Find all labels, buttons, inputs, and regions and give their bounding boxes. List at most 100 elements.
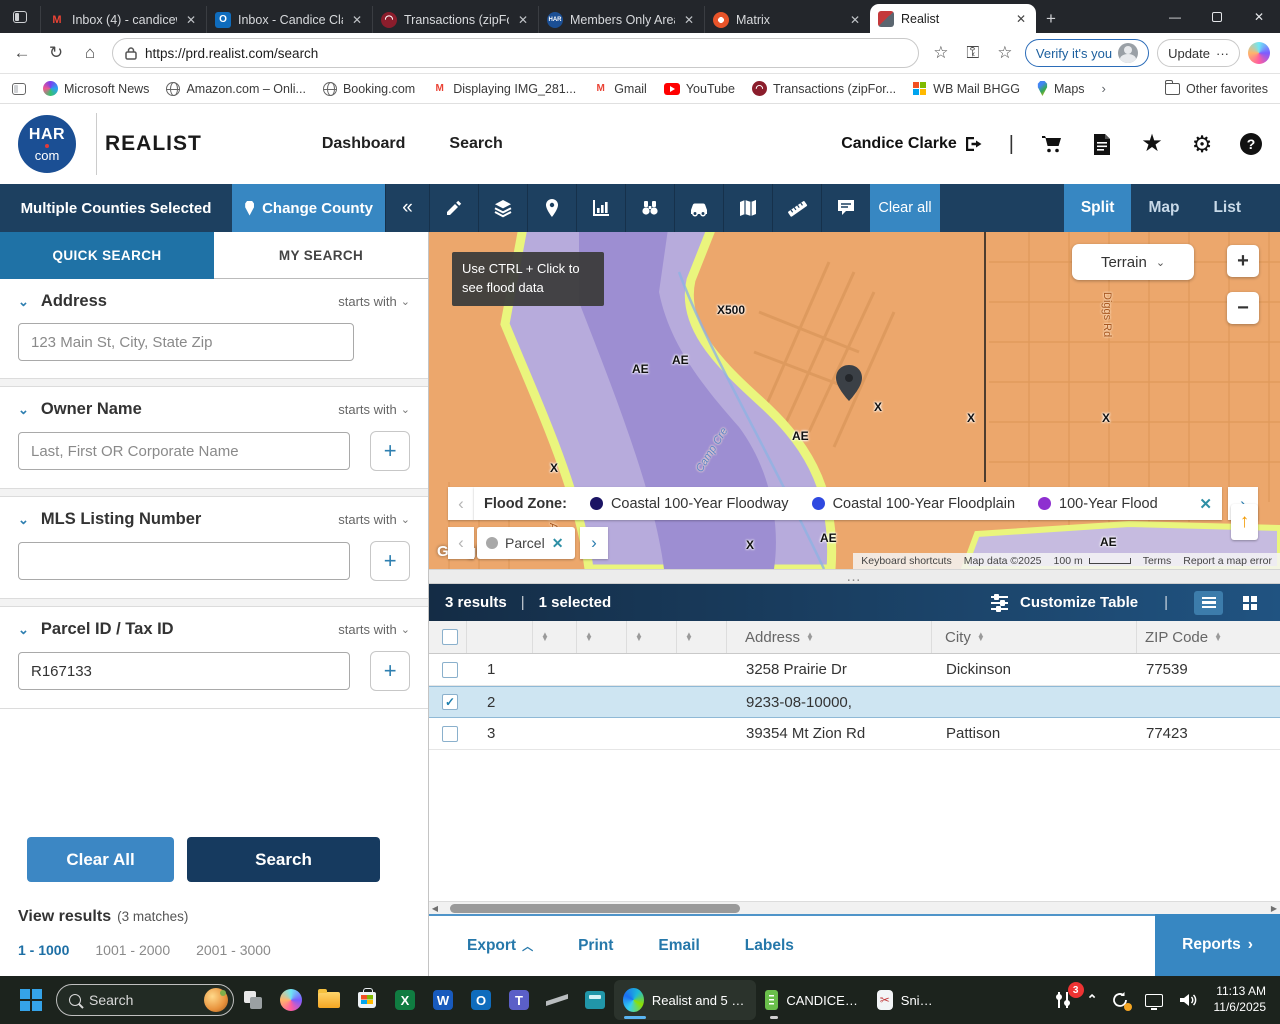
bookmark-maps[interactable]: Maps: [1037, 81, 1085, 96]
horizontal-scrollbar[interactable]: ◀ ▶: [429, 901, 1280, 914]
flood-map[interactable]: X500 AE AE AE AE AE X X X X X Diggs Rd D…: [429, 232, 1280, 569]
sort-column[interactable]: ▲▼: [577, 621, 627, 653]
print-button[interactable]: Print: [578, 937, 613, 955]
row-checkbox[interactable]: [442, 726, 458, 742]
edge-window-button[interactable]: Realist and 5 more: [614, 980, 756, 1020]
zoom-in-button[interactable]: +: [1227, 245, 1259, 277]
fax-button[interactable]: [576, 976, 614, 1024]
close-window-button[interactable]: ✕: [1238, 0, 1280, 33]
notification-icon[interactable]: 3: [1053, 988, 1077, 1012]
parcel-layer-chip[interactable]: Parcel ✕: [477, 527, 575, 559]
zoom-out-button[interactable]: −: [1227, 292, 1259, 324]
nav-dashboard[interactable]: Dashboard: [322, 135, 406, 153]
hidden-icons-chevron[interactable]: ⌃: [1087, 992, 1098, 1008]
tab-my-search[interactable]: MY SEARCH: [214, 232, 428, 279]
labels-button[interactable]: Labels: [745, 937, 794, 955]
sort-icon[interactable]: ▲▼: [635, 633, 643, 642]
display-icon[interactable]: [1142, 988, 1166, 1012]
sort-icon[interactable]: ▲▼: [541, 633, 549, 642]
scrollbar-thumb[interactable]: [450, 904, 740, 913]
select-all-checkbox[interactable]: [442, 629, 458, 645]
reports-button[interactable]: Reports›: [1155, 914, 1280, 976]
draw-tool-button[interactable]: [429, 184, 478, 232]
table-row-selected[interactable]: ✓ 2 9233-08-10000,: [429, 686, 1280, 718]
address-column-header[interactable]: Address▲▼: [727, 621, 932, 653]
sort-icon[interactable]: ▲▼: [806, 633, 814, 642]
clear-all-layers-button[interactable]: Clear all: [870, 184, 940, 232]
table-row[interactable]: 1 3258 Prairie Dr Dickinson 77539: [429, 654, 1280, 686]
bookmark-displaying-img[interactable]: MDisplaying IMG_281...: [432, 81, 576, 96]
bookmark-booking[interactable]: Booking.com: [323, 82, 415, 96]
nav-search[interactable]: Search: [449, 135, 502, 153]
chevron-down-icon[interactable]: ⌄: [18, 402, 29, 418]
pane-splitter[interactable]: …: [429, 569, 1280, 584]
table-row[interactable]: 3 39354 Mt Zion Rd Pattison 77423: [429, 718, 1280, 750]
close-icon[interactable]: ✕: [516, 13, 530, 27]
favorites-bar-icon[interactable]: ☆: [993, 43, 1017, 63]
customize-table-button[interactable]: Customize Table: [1020, 594, 1138, 611]
cart-icon[interactable]: [1040, 132, 1064, 156]
legend-close-icon[interactable]: ✕: [1193, 495, 1212, 513]
settings-icon[interactable]: ⚙: [1190, 132, 1214, 156]
home-icon[interactable]: ⌂: [78, 43, 102, 63]
operator-dropdown[interactable]: starts with⌄: [338, 294, 410, 309]
bookmark-transactions[interactable]: ◠Transactions (zipFor...: [752, 81, 896, 96]
tab-search-button[interactable]: [0, 3, 40, 31]
user-menu[interactable]: Candice Clarke: [841, 135, 983, 153]
export-button[interactable]: Export︿: [467, 937, 533, 955]
view-split-button[interactable]: Split: [1064, 184, 1132, 232]
address-input[interactable]: [18, 323, 354, 361]
close-icon[interactable]: ✕: [350, 13, 364, 27]
marker-tool-button[interactable]: [527, 184, 576, 232]
chart-tool-button[interactable]: [576, 184, 625, 232]
comment-tool-button[interactable]: [821, 184, 870, 232]
chevron-down-icon[interactable]: ⌄: [18, 294, 29, 310]
add-mls-number-button[interactable]: +: [370, 541, 410, 581]
logout-icon[interactable]: [965, 136, 983, 152]
keyboard-shortcuts-link[interactable]: Keyboard shortcuts: [861, 555, 951, 567]
favorites-icon[interactable]: ★: [1140, 132, 1164, 156]
report-error-link[interactable]: Report a map error: [1183, 555, 1272, 567]
maximize-button[interactable]: [1196, 0, 1238, 33]
chip-scroll-left-button[interactable]: ‹: [448, 527, 474, 559]
favorite-star-icon[interactable]: ☆: [929, 43, 953, 63]
chip-scroll-right-button[interactable]: ›: [580, 527, 608, 559]
outlook-button[interactable]: O: [462, 976, 500, 1024]
bookmarks-overflow-icon[interactable]: ›: [1102, 81, 1106, 96]
search-button[interactable]: Search: [187, 837, 380, 882]
bookmark-amazon[interactable]: Amazon.com – Onli...: [166, 82, 306, 96]
sort-column[interactable]: ▲▼: [677, 621, 727, 653]
operator-dropdown[interactable]: starts with⌄: [338, 622, 410, 637]
store-button[interactable]: [348, 976, 386, 1024]
help-icon[interactable]: ?: [1240, 133, 1262, 155]
layers-tool-button[interactable]: [478, 184, 527, 232]
bookmark-youtube[interactable]: YouTube: [664, 82, 735, 96]
email-button[interactable]: Email: [658, 937, 699, 955]
zip-column-header[interactable]: ZIP Code▲▼: [1137, 621, 1280, 653]
terrain-dropdown[interactable]: Terrain ⌄: [1072, 244, 1194, 280]
add-owner-name-button[interactable]: +: [370, 431, 410, 471]
address-bar[interactable]: https://prd.realist.com/search: [112, 38, 919, 68]
minimize-button[interactable]: —: [1154, 0, 1196, 33]
volume-icon[interactable]: [1176, 988, 1200, 1012]
owner-name-input[interactable]: [18, 432, 350, 470]
excel-button[interactable]: X: [386, 976, 424, 1024]
bookmark-gmail[interactable]: MGmail: [593, 81, 647, 96]
collections-icon[interactable]: [12, 83, 26, 95]
mls-number-input[interactable]: [18, 542, 350, 580]
file-window-button[interactable]: CANDICE & DAVE: [756, 980, 868, 1020]
file-explorer-button[interactable]: [310, 976, 348, 1024]
har-logo[interactable]: HAR com: [18, 115, 76, 173]
chevron-down-icon[interactable]: ⌄: [18, 622, 29, 638]
grid-view-button[interactable]: [1235, 591, 1264, 615]
terms-link[interactable]: Terms: [1143, 555, 1172, 567]
tab-members-only[interactable]: HAR Members Only Area ✕: [538, 6, 704, 33]
view-map-button[interactable]: Map: [1131, 184, 1196, 232]
close-icon[interactable]: ✕: [1014, 12, 1028, 26]
change-county-button[interactable]: Change County: [232, 184, 385, 232]
remove-layer-icon[interactable]: ✕: [552, 535, 564, 552]
list-view-button[interactable]: [1194, 591, 1223, 615]
reload-icon[interactable]: ↻: [44, 43, 68, 63]
update-button[interactable]: Update ···: [1157, 39, 1240, 67]
tab-gmail-inbox[interactable]: M Inbox (4) - candicew ✕: [40, 6, 206, 33]
